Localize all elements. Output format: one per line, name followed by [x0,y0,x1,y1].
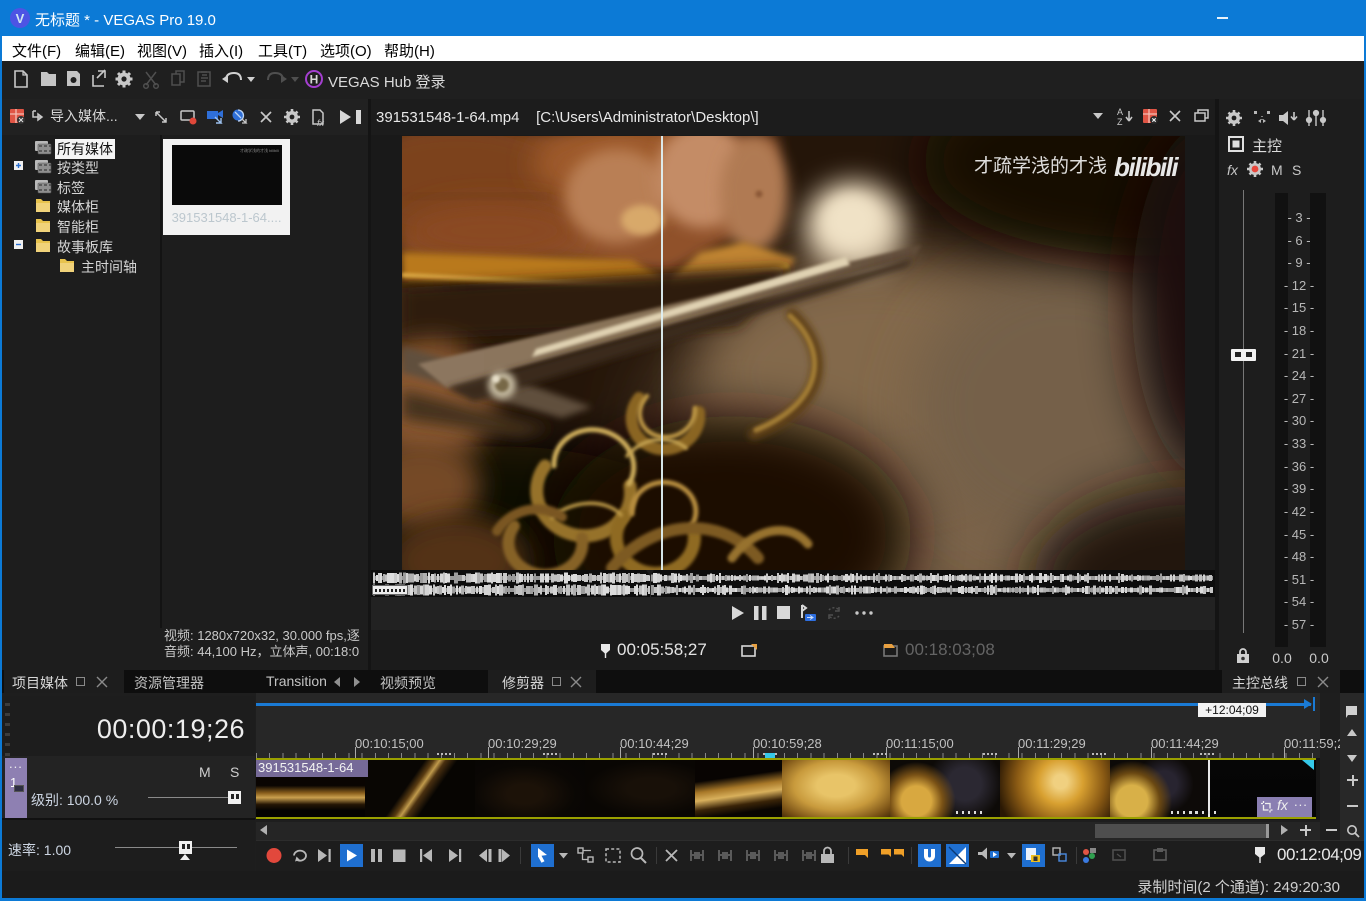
svg-text:M: M [1271,162,1283,178]
svg-text:fx: fx [1227,162,1239,178]
svg-text:才疏学浅的才浅: 才疏学浅的才浅 [974,155,1107,177]
svg-text:导入媒体...: 导入媒体... [50,108,118,124]
svg-text:fx: fx [317,118,325,128]
svg-text:bilibili: bilibili [1114,152,1179,182]
svg-text:主控: 主控 [1252,138,1282,155]
svg-text:Z: Z [1117,117,1123,127]
svg-text:H: H [310,73,319,87]
svg-text:S: S [1292,162,1301,178]
svg-text:A: A [1117,107,1123,117]
